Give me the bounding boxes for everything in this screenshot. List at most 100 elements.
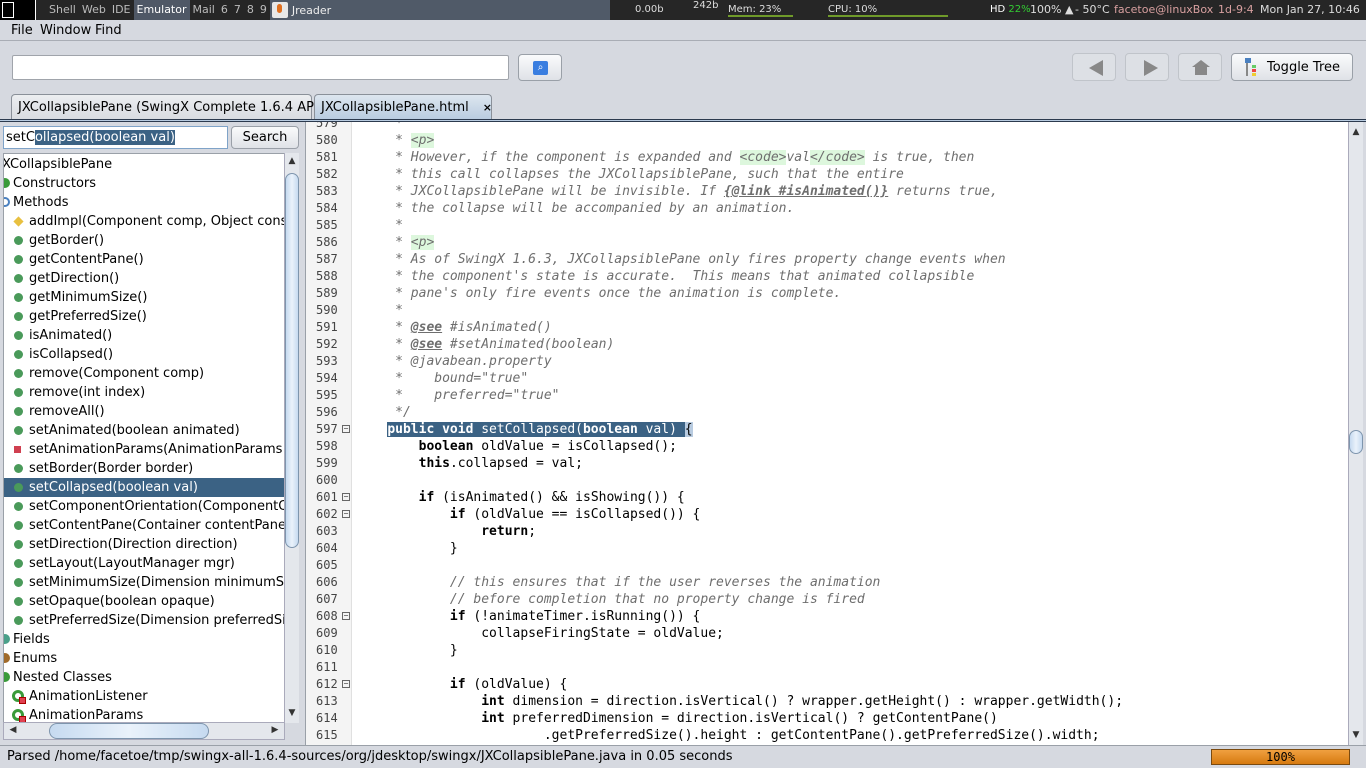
code-line: if (oldValue) { [356,676,567,693]
tree-item[interactable]: isCollapsed() [4,345,284,364]
tree-item[interactable]: setAnimated(boolean animated) [4,421,284,440]
workspace-shell[interactable]: Shell [46,0,79,20]
member-search-input[interactable]: setCollapsed(boolean val) [3,126,228,149]
workspace-mail[interactable]: Mail [190,0,218,20]
tree-item[interactable]: getDirection() [4,269,284,288]
tree-item[interactable]: XCollapsiblePane [4,155,284,174]
line-number: 609 [316,626,338,640]
scroll-down-icon[interactable]: ▼ [1349,730,1363,740]
scroll-left-icon[interactable]: ◀ [6,725,20,735]
scroll-right-icon[interactable]: ▶ [268,725,282,735]
tree-item-label: AnimationParams [29,708,144,723]
home-button[interactable] [1178,53,1222,81]
code-line: * bound="true" [356,370,528,387]
toggle-tree-button[interactable]: Toggle Tree [1231,53,1353,81]
line-number: 589 [316,286,338,300]
menu-window[interactable]: Window [40,23,91,38]
code-line: } [356,642,458,659]
menu-find[interactable]: Find [95,23,122,38]
scroll-thumb[interactable] [1349,430,1363,454]
tree-item[interactable]: isAnimated() [4,326,284,345]
menu-file[interactable]: File [11,23,33,38]
workspace-ide[interactable]: IDE [109,0,134,20]
workspace-9[interactable]: 9 [257,0,270,20]
workspace-web[interactable]: Web [79,0,109,20]
source-view[interactable]: 579 580 581 582 583 584 585 586 587 588 589 590 591 5… [305,122,1348,745]
code-line: * preferred="true" [356,387,559,404]
tree-item[interactable]: setCollapsed(boolean val) [4,478,284,497]
line-number: 608− [316,609,350,623]
tree-item[interactable]: AnimationParams [4,706,284,723]
status-message: Parsed /home/facetoe/tmp/swingx-all-1.6.… [7,749,733,764]
tree-item[interactable]: remove(int index) [4,383,284,402]
tree-item[interactable]: setPreferredSize(Dimension preferredSize [4,611,284,630]
code-line: */ [356,404,411,421]
tree-item[interactable]: remove(Component comp) [4,364,284,383]
public-icon [14,274,23,283]
member-tree: XCollapsiblePane Constructors Methods addIm… [3,153,285,723]
tree-item[interactable]: Nested Classes [4,668,284,687]
code-token: boolean [418,439,474,454]
url-input[interactable] [12,55,509,80]
go-search-button[interactable]: ⌕ [518,54,562,81]
task-jreader[interactable]: Jreader [269,0,610,20]
tree-item[interactable]: setAnimationParams(AnimationParams p [4,440,284,459]
code-token: (oldValue) { [465,677,568,692]
scroll-up-icon[interactable]: ▲ [1349,127,1363,137]
tree-item[interactable]: Fields [4,630,284,649]
fold-toggle-icon[interactable]: − [342,493,350,501]
line-number: 599 [316,456,338,470]
search-button[interactable]: Search [231,126,299,149]
tree-item[interactable]: Constructors [4,174,284,193]
code-token: } [356,541,458,556]
workspace-7[interactable]: 7 [231,0,244,20]
tree-item[interactable]: removeAll() [4,402,284,421]
line-number: 597− [316,422,350,436]
code-line: int dimension = direction.isVertical() ?… [356,693,1123,710]
tab-api-doc[interactable]: JXCollapsiblePane (SwingX Complete 1.6.4… [11,94,323,120]
fold-toggle-icon[interactable]: − [342,425,350,433]
tab-source-html[interactable]: JXCollapsiblePane.html × [314,94,492,120]
tree-item[interactable]: setBorder(Border border) [4,459,284,478]
code-token: val) [637,422,685,437]
workspace-emulator[interactable]: Emulator [133,0,190,20]
public-icon [14,597,23,606]
tree-item[interactable]: getPreferredSize() [4,307,284,326]
code-token: * the component's state is accurate. Thi… [356,269,975,284]
tree-item[interactable]: setComponentOrientation(ComponentOr [4,497,284,516]
back-button[interactable] [1072,53,1116,81]
tree-item[interactable]: Methods [4,193,284,212]
tree-item[interactable]: Enums [4,649,284,668]
tree-item[interactable]: getMinimumSize() [4,288,284,307]
tree-item[interactable]: setLayout(LayoutManager mgr) [4,554,284,573]
code-vertical-scrollbar[interactable]: ▲ ▼ [1348,122,1363,745]
fold-toggle-icon[interactable]: − [342,680,350,688]
tree-item[interactable]: getBorder() [4,231,284,250]
workspace-6[interactable]: 6 [218,0,231,20]
tree-item-label: remove(int index) [29,385,146,400]
scroll-thumb[interactable] [285,173,299,548]
scroll-down-icon[interactable]: ▼ [285,708,299,718]
fold-toggle-icon[interactable]: − [342,510,350,518]
tree-vertical-scrollbar[interactable]: ▲ ▼ [284,153,299,723]
workspace-8[interactable]: 8 [244,0,257,20]
code-token: this [418,456,450,471]
tree-item[interactable]: setOpaque(boolean opaque) [4,592,284,611]
scroll-up-icon[interactable]: ▲ [285,156,299,166]
tree-item[interactable]: AnimationListener [4,687,284,706]
code-line: this.collapsed = val; [356,455,583,472]
forward-button[interactable] [1125,53,1169,81]
tree-item[interactable]: setContentPane(Container contentPane [4,516,284,535]
fold-toggle-icon[interactable]: − [342,612,350,620]
line-number: 595 [316,388,338,402]
tree-item[interactable]: setMinimumSize(Dimension minimumSize) [4,573,284,592]
close-tab-icon[interactable]: × [483,101,492,114]
scroll-thumb[interactable] [49,723,209,739]
tab-label: JXCollapsiblePane.html [321,100,469,115]
layout-icon[interactable] [0,0,36,20]
tree-item[interactable]: setDirection(Direction direction) [4,535,284,554]
tree-item[interactable]: getContentPane() [4,250,284,269]
tree-item[interactable]: addImpl(Component comp, Object constr [4,212,284,231]
tree-horizontal-scrollbar[interactable]: ◀ ▶ [3,722,285,740]
